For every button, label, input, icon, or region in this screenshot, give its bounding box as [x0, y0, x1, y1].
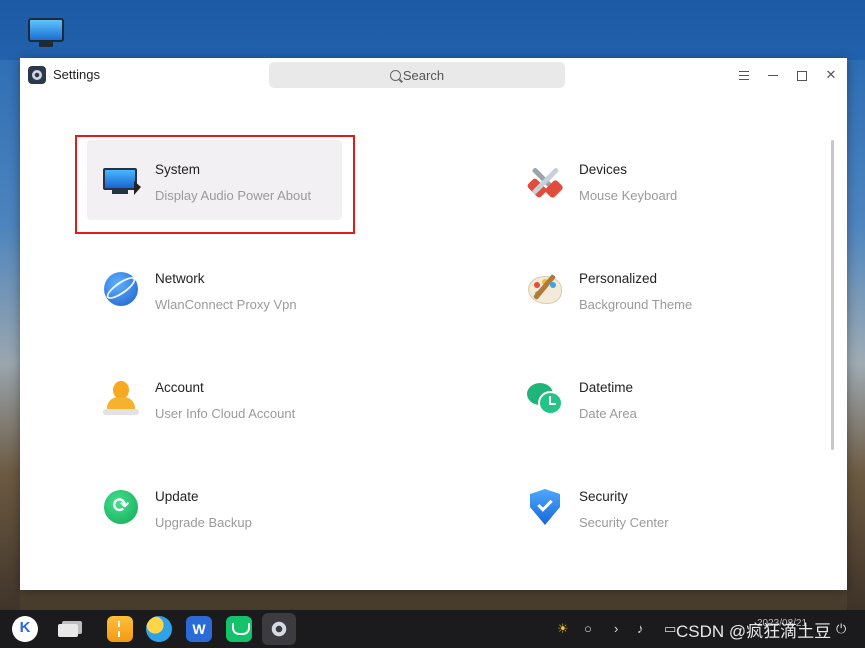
card-update[interactable]: ⟳ Update Upgrade Backup [87, 467, 342, 547]
card-devices[interactable]: Devices Mouse Keyboard [511, 140, 766, 220]
chevron-right-icon[interactable]: › [614, 620, 618, 638]
search-box[interactable]: Search [269, 62, 565, 88]
maximize-icon [797, 70, 807, 81]
minimize-button[interactable] [764, 66, 782, 84]
close-button[interactable]: ✕ [822, 66, 840, 84]
card-title: Network [155, 271, 205, 286]
minimize-icon [768, 74, 778, 77]
selection-highlight [75, 135, 355, 234]
wps-office-icon[interactable] [186, 616, 212, 642]
globe-icon [102, 270, 140, 308]
card-title: Devices [579, 162, 628, 177]
multitask-view-icon[interactable] [56, 616, 82, 642]
search-tray-icon[interactable]: ○ [584, 620, 592, 638]
card-subtitle: Date Area [579, 406, 637, 421]
card-subtitle: Security Center [579, 515, 669, 530]
scrollbar[interactable] [831, 140, 834, 450]
settings-taskbar-icon[interactable] [262, 613, 296, 645]
card-subtitle: Upgrade Backup [155, 515, 252, 530]
card-account[interactable]: Account User Info Cloud Account [87, 358, 342, 438]
chat-app-icon[interactable] [226, 616, 252, 642]
wallpaper-left [0, 60, 20, 610]
card-title: Account [155, 380, 204, 395]
settings-window: Settings Search ✕ System Display Audio P… [20, 58, 847, 590]
title-bar: Settings Search ✕ [20, 58, 847, 92]
card-title: Security [579, 489, 628, 504]
card-subtitle: WlanConnect Proxy Vpn [155, 297, 297, 312]
card-subtitle: Mouse Keyboard [579, 188, 678, 203]
card-network[interactable]: Network WlanConnect Proxy Vpn [87, 249, 342, 329]
clock-chat-icon [526, 379, 564, 417]
desktop-computer-icon[interactable] [28, 18, 64, 48]
tools-icon [526, 161, 564, 199]
card-security[interactable]: Security Security Center [511, 467, 766, 547]
browser-icon[interactable] [146, 616, 172, 642]
refresh-icon: ⟳ [102, 488, 140, 526]
card-datetime[interactable]: Datetime Date Area [511, 358, 766, 438]
network-tray-icon[interactable]: ▭ [664, 620, 676, 638]
close-icon: ✕ [825, 67, 837, 82]
card-subtitle: Background Theme [579, 297, 693, 312]
card-personalized[interactable]: Personalized Background Theme [511, 249, 766, 329]
card-title: Datetime [579, 380, 634, 395]
palette-icon [526, 270, 564, 308]
brightness-icon[interactable]: ☀ [557, 620, 569, 638]
hamburger-icon [739, 71, 749, 81]
start-menu-icon[interactable] [12, 616, 38, 642]
user-icon [102, 379, 140, 417]
wallpaper-right [847, 60, 865, 610]
menu-button[interactable] [735, 66, 753, 84]
power-icon[interactable]: ⏻ [836, 620, 846, 638]
maximize-button[interactable] [793, 66, 811, 84]
card-subtitle: User Info Cloud Account [155, 406, 296, 421]
volume-icon[interactable]: ♪ [637, 620, 644, 638]
card-title: Personalized [579, 271, 658, 286]
window-title: Settings [53, 67, 100, 82]
search-icon [389, 69, 401, 81]
card-title: Update [155, 489, 199, 504]
watermark: CSDN @疯狂滴土豆 [676, 622, 832, 641]
file-manager-icon[interactable] [107, 616, 133, 642]
shield-check-icon [526, 488, 564, 526]
search-placeholder: Search [402, 67, 445, 83]
settings-app-icon [28, 66, 46, 84]
